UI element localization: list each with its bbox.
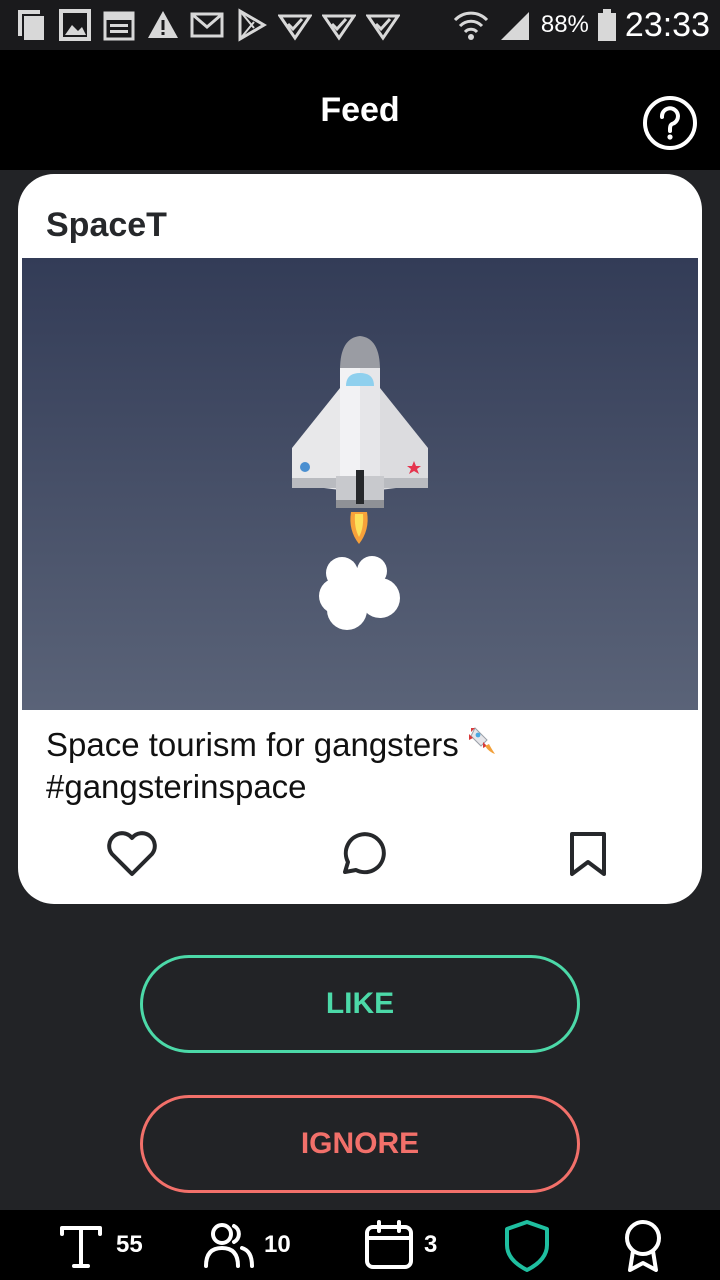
rocket-dot: [300, 462, 310, 472]
bottom-nav: 55 10 3: [0, 1210, 720, 1280]
caption-text: Space tourism for gangsters: [46, 726, 459, 763]
nav-item-calendar[interactable]: 3: [362, 1210, 437, 1280]
heart-icon[interactable]: [102, 824, 162, 884]
ignore-button[interactable]: IGNORE: [140, 1095, 580, 1193]
notification-icons: [14, 8, 400, 42]
comment-icon[interactable]: [330, 824, 390, 884]
play-store-icon: [238, 8, 267, 42]
post-card: SpaceT Space tourism for gangsters #gang…: [18, 174, 702, 904]
award-icon: [625, 1220, 661, 1272]
warning-icon: [148, 11, 178, 38]
clock: 23:33: [624, 5, 710, 44]
people-icon: [204, 1223, 254, 1268]
status-bar: 88% 23:33: [0, 0, 720, 50]
caption-hashtag[interactable]: #gangsterinspace: [46, 768, 307, 805]
nav-item-people[interactable]: 10: [202, 1210, 291, 1280]
calendar-icon: [365, 1220, 413, 1269]
page-title: Feed: [320, 91, 400, 129]
copy-icon: [18, 10, 46, 42]
help-circle-icon[interactable]: [642, 95, 698, 151]
calendar-icon: [103, 11, 135, 41]
wifi-icon: [453, 11, 488, 40]
post-author[interactable]: SpaceT: [46, 206, 167, 245]
people-count: 10: [264, 1231, 291, 1258]
rocket-emoji-icon: [468, 727, 495, 754]
battery-icon: [597, 9, 616, 41]
rocket-illustration: [292, 336, 428, 630]
check-icon: [278, 14, 312, 41]
check-icon: [322, 14, 356, 41]
rocket-wing-right: [380, 388, 428, 490]
nav-item-text[interactable]: 55: [54, 1210, 143, 1280]
app-header: Feed: [0, 50, 720, 170]
text-count: 55: [116, 1231, 143, 1258]
shield-icon: [505, 1220, 549, 1272]
battery-percent: 88%: [540, 11, 589, 38]
like-button[interactable]: LIKE: [140, 955, 580, 1053]
gmail-icon: [190, 12, 224, 38]
system-indicators: 88% 23:33: [453, 0, 710, 50]
nav-item-shield[interactable]: [500, 1210, 554, 1280]
calendar-count: 3: [424, 1231, 438, 1258]
text-icon: [60, 1226, 102, 1268]
smoke-cloud: [319, 556, 400, 630]
rocket-nose: [340, 336, 380, 370]
post-caption: Space tourism for gangsters #gangsterins…: [46, 724, 676, 808]
image-icon: [59, 9, 91, 41]
post-image[interactable]: [22, 258, 698, 710]
rocket-wing-left: [292, 388, 340, 490]
bookmark-icon[interactable]: [558, 824, 618, 884]
post-actions: [18, 824, 702, 884]
nav-item-award[interactable]: [616, 1210, 670, 1280]
check-icon: [366, 14, 400, 41]
signal-icon: [500, 12, 529, 40]
